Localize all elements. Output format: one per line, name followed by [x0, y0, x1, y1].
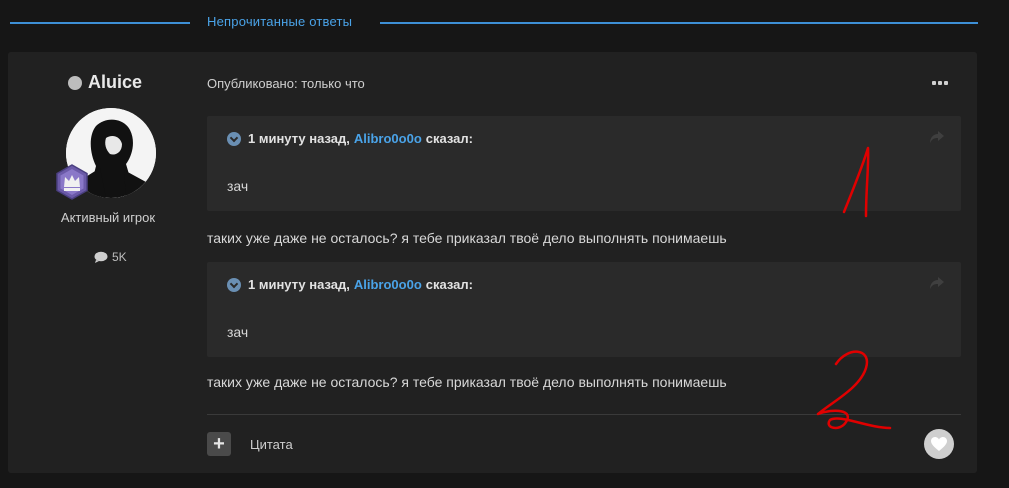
- author-name[interactable]: Aluice: [88, 72, 142, 93]
- author-post-count: 5K: [94, 250, 127, 264]
- unread-replies-divider: Непрочитанные ответы: [0, 12, 980, 34]
- quote-header: 1 минуту назад, Alibro0o0o сказал:: [227, 131, 473, 146]
- online-status-icon: [68, 75, 82, 90]
- post-count-value: 5K: [112, 250, 127, 264]
- rank-badge-icon: [54, 164, 90, 200]
- divider-line-left: [10, 22, 190, 24]
- reaction-button[interactable]: [924, 429, 954, 459]
- quote-block: 1 минуту назад, Alibro0o0o сказал: зач: [207, 262, 961, 357]
- collapse-quote-icon[interactable]: [227, 277, 241, 292]
- divider-line-right: [380, 22, 978, 24]
- author-group-label: Активный игрок: [60, 210, 156, 225]
- quote-author-link[interactable]: Alibro0o0o: [354, 277, 422, 292]
- quote-block: 1 минуту назад, Alibro0o0o сказал: зач: [207, 116, 961, 211]
- dot-icon: [938, 81, 942, 85]
- post-text: таких уже даже не осталось? я тебе прика…: [207, 374, 727, 390]
- author-panel: Aluice Активный игрок 5K: [8, 52, 208, 473]
- quote-said-label: сказал:: [425, 277, 473, 292]
- quote-time: 1 минуту назад,: [248, 131, 350, 146]
- author-name-row: Aluice: [68, 72, 142, 93]
- quote-header: 1 минуту назад, Alibro0o0o сказал:: [227, 277, 473, 292]
- dot-icon: [932, 81, 936, 85]
- multiquote-button[interactable]: +: [207, 432, 231, 456]
- quote-text: зач: [227, 324, 249, 340]
- quote-button[interactable]: Цитата: [250, 437, 293, 452]
- quote-said-label: сказал:: [425, 131, 473, 146]
- collapse-quote-icon[interactable]: [227, 131, 241, 146]
- heart-icon: [931, 437, 947, 451]
- unread-replies-label: Непрочитанные ответы: [207, 14, 353, 29]
- quote-author-link[interactable]: Alibro0o0o: [354, 131, 422, 146]
- post-text: таких уже даже не осталось? я тебе прика…: [207, 230, 727, 246]
- dot-icon: [944, 81, 948, 85]
- go-to-quote-icon[interactable]: [929, 276, 945, 290]
- post-options-button[interactable]: [932, 78, 952, 88]
- forum-post: Aluice Активный игрок 5K Опубликовано: т…: [8, 52, 977, 473]
- post-footer-divider: [207, 414, 961, 415]
- comment-icon: [94, 251, 108, 263]
- quote-text: зач: [227, 178, 249, 194]
- post-published-date: Опубликовано: только что: [207, 76, 365, 91]
- go-to-quote-icon[interactable]: [929, 130, 945, 144]
- quote-time: 1 минуту назад,: [248, 277, 350, 292]
